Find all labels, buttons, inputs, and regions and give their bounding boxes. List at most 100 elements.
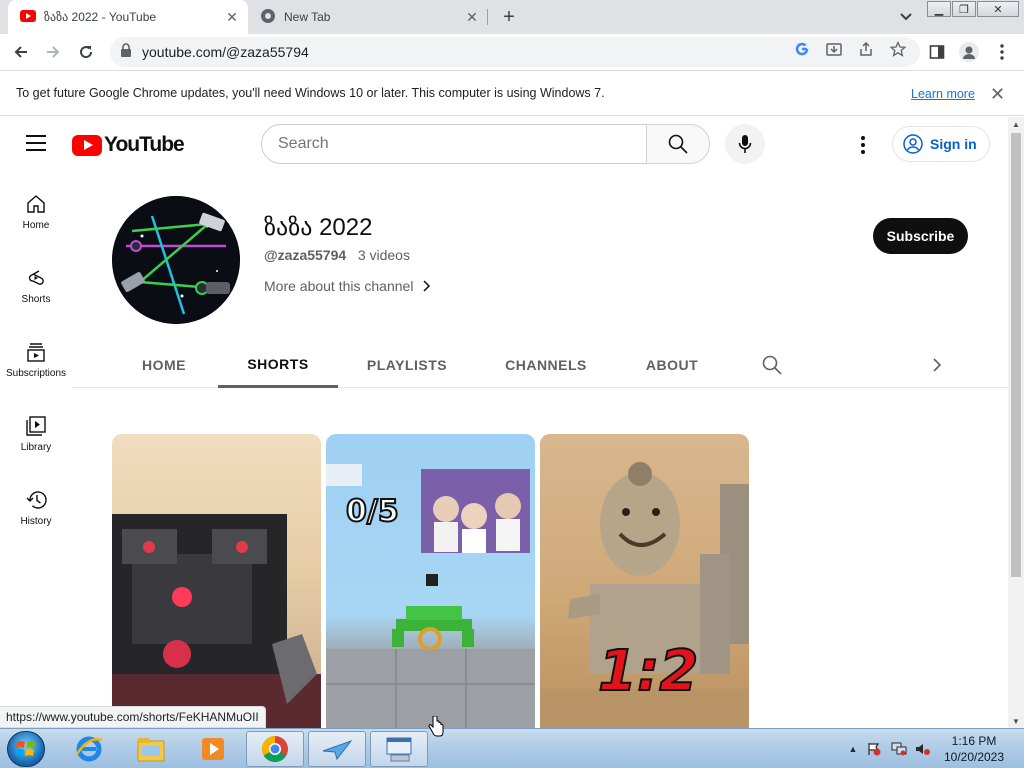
- channel-name: ზაზა 2022: [264, 214, 373, 241]
- account-circle-icon: [903, 134, 923, 154]
- more-about-label: More about this channel: [264, 278, 414, 294]
- kebab-menu-icon: [1000, 44, 1004, 60]
- chrome-menu-button[interactable]: [990, 40, 1014, 64]
- tab-separator: [487, 9, 488, 25]
- short-overlay-text: 1:2: [597, 638, 699, 705]
- channel-avatar[interactable]: [112, 196, 240, 324]
- windows-logo-icon: [15, 741, 35, 756]
- guide-item-subscriptions[interactable]: Subscriptions: [0, 342, 72, 402]
- share-icon[interactable]: [858, 41, 874, 57]
- reload-button[interactable]: [74, 40, 98, 64]
- install-app-icon[interactable]: [826, 41, 842, 57]
- tab-shorts[interactable]: SHORTS: [218, 342, 338, 388]
- profile-button[interactable]: [957, 40, 981, 64]
- tab-new-tab[interactable]: New Tab ✕: [248, 0, 488, 34]
- screen: ზაზა 2022 - YouTube ✕ New Tab ✕ + ▁ ❐ ✕: [0, 0, 1024, 768]
- guide-label: Library: [20, 442, 52, 453]
- volume-muted-icon[interactable]: [915, 741, 931, 757]
- subscribe-button[interactable]: Subscribe: [873, 218, 968, 254]
- youtube-favicon-icon: [20, 9, 36, 25]
- learn-more-link[interactable]: Learn more: [911, 87, 975, 101]
- short-thumbnail[interactable]: 1:2: [540, 434, 749, 728]
- close-window-button[interactable]: ✕: [977, 1, 1019, 17]
- browser-tab-strip: ზაზა 2022 - YouTube ✕ New Tab ✕ + ▁ ❐ ✕: [0, 0, 1024, 34]
- scroll-down-icon[interactable]: ▼: [1008, 714, 1024, 728]
- search-button[interactable]: [646, 124, 710, 164]
- tab-playlists[interactable]: PLAYLISTS: [358, 342, 456, 388]
- guide-label: Subscriptions: [5, 368, 67, 379]
- scrollbar-thumb[interactable]: [1011, 133, 1021, 577]
- settings-kebab-icon[interactable]: [853, 133, 873, 157]
- windows-taskbar: ▲ 1:16 PM 10/20/2023: [0, 728, 1024, 768]
- show-hidden-icons-icon[interactable]: ▲: [845, 741, 861, 757]
- channel-handle: @zaza55794: [264, 247, 347, 263]
- taskbar-app-keyboard[interactable]: [370, 731, 428, 767]
- reload-icon: [80, 46, 93, 59]
- tabs-next-chevron-icon[interactable]: [932, 355, 942, 380]
- clock-date: 10/20/2023: [943, 750, 1005, 764]
- update-infobar: To get future Google Chrome updates, you…: [0, 70, 1024, 116]
- tab-search-chevron-icon[interactable]: [896, 7, 916, 27]
- chrome-icon: [261, 735, 288, 763]
- taskbar-media-player[interactable]: [184, 731, 242, 767]
- taskbar-explorer[interactable]: [122, 731, 180, 767]
- tab-about[interactable]: ABOUT: [636, 342, 708, 388]
- infobar-message: To get future Google Chrome updates, you…: [16, 86, 605, 100]
- forward-arrow-icon: [47, 46, 60, 58]
- guide-label: Shorts: [21, 294, 51, 305]
- guide-item-shorts[interactable]: Shorts: [0, 268, 72, 328]
- video-count: 3 videos: [357, 247, 410, 263]
- infobar-close-icon[interactable]: ✕: [990, 84, 1005, 105]
- new-tab-button[interactable]: +: [497, 5, 521, 29]
- channel-search-icon[interactable]: [762, 355, 782, 380]
- tab-youtube[interactable]: ზაზა 2022 - YouTube ✕: [8, 0, 248, 34]
- sign-in-label: Sign in: [930, 136, 977, 152]
- tab-title: New Tab: [284, 10, 331, 24]
- action-center-flag-icon[interactable]: [866, 741, 882, 757]
- channel-avatar-art: [112, 196, 240, 324]
- scroll-up-icon[interactable]: ▲: [1008, 117, 1024, 131]
- profile-avatar-icon: [959, 42, 979, 62]
- restore-window-button[interactable]: ❐: [952, 1, 976, 17]
- clock-time: 1:16 PM: [951, 734, 997, 748]
- start-button[interactable]: [7, 731, 45, 767]
- tab-title: ზაზა 2022 - YouTube: [44, 10, 157, 24]
- subscriptions-icon: [27, 343, 45, 362]
- bookmark-star-icon[interactable]: [890, 41, 906, 57]
- short-thumbnail[interactable]: 0/5: [326, 434, 535, 728]
- taskbar-chrome[interactable]: [246, 731, 304, 767]
- side-panel-button[interactable]: [925, 40, 949, 64]
- chevron-right-icon: [423, 280, 431, 292]
- masthead: YouTube Search Sign in: [0, 117, 1008, 173]
- tab-close-icon[interactable]: ✕: [224, 9, 240, 25]
- short-overlay-text: 0/5: [345, 493, 400, 530]
- media-player-icon: [202, 738, 224, 760]
- taskbar-internet-explorer[interactable]: [60, 731, 118, 767]
- minimize-window-button[interactable]: ▁: [927, 1, 951, 17]
- page-scrollbar[interactable]: ▲ ▼: [1008, 117, 1024, 728]
- hamburger-menu-icon[interactable]: [26, 135, 46, 151]
- network-icon[interactable]: [891, 741, 907, 757]
- keyboard-window-icon: [386, 737, 412, 762]
- tab-home[interactable]: HOME: [120, 342, 208, 388]
- search-icon: [668, 134, 688, 154]
- guide-item-library[interactable]: Library: [0, 416, 72, 476]
- back-button[interactable]: [9, 40, 33, 64]
- home-icon: [27, 195, 45, 213]
- youtube-logo[interactable]: YouTube: [72, 133, 185, 157]
- channel-meta: @zaza55794 3 videos: [264, 247, 410, 263]
- taskbar-app-plane[interactable]: [308, 731, 366, 767]
- more-about-channel-link[interactable]: More about this channel: [264, 278, 431, 294]
- tab-channels[interactable]: CHANNELS: [496, 342, 596, 388]
- forward-button[interactable]: [41, 40, 65, 64]
- short-thumbnail-art: [112, 514, 321, 728]
- guide-item-home[interactable]: Home: [0, 194, 72, 254]
- voice-search-button[interactable]: [725, 124, 765, 164]
- tab-close-icon[interactable]: ✕: [464, 9, 480, 25]
- short-thumbnail[interactable]: [112, 434, 321, 728]
- taskbar-clock[interactable]: 1:16 PM 10/20/2023: [934, 733, 1014, 765]
- search-input[interactable]: Search: [261, 124, 647, 164]
- sign-in-button[interactable]: Sign in: [892, 126, 990, 162]
- guide-item-history[interactable]: History: [0, 490, 72, 550]
- google-lens-icon[interactable]: [794, 41, 810, 57]
